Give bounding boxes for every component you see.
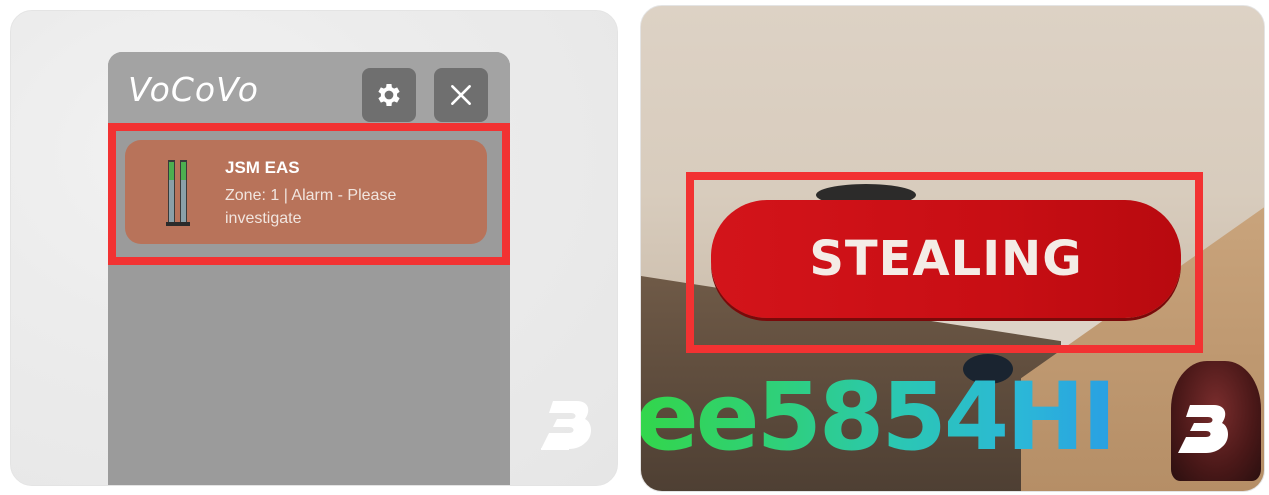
player-name-tag: ee5854HI [641, 371, 1117, 465]
brand-b-logo-icon [541, 401, 591, 450]
settings-button[interactable] [362, 68, 416, 122]
vocovo-logo: VoCoVo [128, 70, 259, 109]
close-button[interactable] [434, 68, 488, 122]
gear-icon [378, 84, 400, 106]
vocovo-screenshot-panel: VoCoVo JSM EAS Zone: 1 | Alarm - Please … [10, 10, 618, 486]
stealing-highlight-box [686, 172, 1203, 353]
game-screenshot-panel: STEALING ee5854HI [640, 5, 1265, 492]
alert-highlight-box [108, 123, 510, 265]
close-icon [451, 85, 471, 105]
vocovo-widget: VoCoVo JSM EAS Zone: 1 | Alarm - Please … [108, 52, 510, 485]
vocovo-header: VoCoVo [108, 52, 510, 124]
brand-b-logo-icon [1178, 405, 1228, 453]
comparison-canvas: VoCoVo JSM EAS Zone: 1 | Alarm - Please … [0, 0, 1269, 495]
